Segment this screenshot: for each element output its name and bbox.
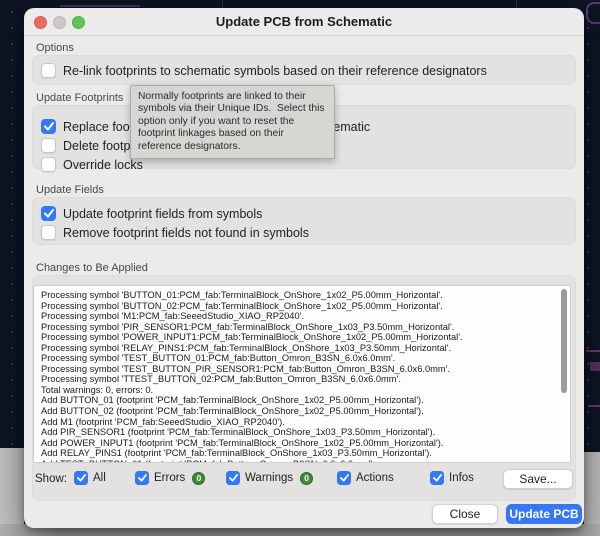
filter-errors: Errors 0 <box>135 471 206 485</box>
filter-warnings-label: Warnings <box>245 472 294 484</box>
minimize-window-button[interactable] <box>53 15 66 29</box>
filter-actions-checkbox[interactable] <box>337 471 351 485</box>
update-fields-section-label: Update Fields <box>36 184 104 196</box>
log-line: Add POWER_INPUT1 (footprint 'PCM_fab:Ter… <box>41 437 444 448</box>
log-lines: Processing symbol 'BUTTON_01:PCM_fab:Ter… <box>41 290 564 462</box>
close-window-button[interactable] <box>34 15 47 29</box>
log-line: Processing symbol 'M1:PCM_fab:SeeedStudi… <box>41 311 304 322</box>
log-line: Add TEST_BUTTON_01 (footprint 'PCM_fab:B… <box>41 459 564 462</box>
zoom-window-button[interactable] <box>72 15 85 29</box>
filter-all: All <box>74 471 106 485</box>
filter-errors-label: Errors <box>154 472 186 484</box>
delete-footprints-checkbox[interactable] <box>41 138 56 153</box>
log-scrollbar-thumb[interactable] <box>561 289 567 393</box>
close-button[interactable]: Close <box>432 504 498 524</box>
log-line: Processing symbol 'PIR_SENSOR1:PCM_fab:T… <box>41 321 455 332</box>
filter-errors-checkbox[interactable] <box>135 471 149 485</box>
show-label: Show: <box>35 473 67 485</box>
filter-infos-checkbox[interactable] <box>430 471 444 485</box>
update-fields-group: Update footprint fields from symbols Rem… <box>32 197 576 245</box>
errors-count-badge: 0 <box>192 471 206 485</box>
log-line: Processing symbol 'TEST_BUTTON_PIR_SENSO… <box>41 363 450 374</box>
log-line: Add BUTTON_01 (footprint 'PCM_fab:Termin… <box>41 395 424 406</box>
relink-tooltip: Normally footprints are linked to their … <box>130 85 335 160</box>
save-button[interactable]: Save... <box>503 469 573 489</box>
schematic-trace-fragment <box>586 350 600 352</box>
schematic-trace-fragment <box>590 362 600 371</box>
log-line: Add M1 (footprint 'PCM_fab:SeeedStudio_X… <box>41 416 285 427</box>
filter-all-checkbox[interactable] <box>74 471 88 485</box>
relink-footprints-label: Re-link footprints to schematic symbols … <box>63 63 487 78</box>
filter-infos-label: Infos <box>449 472 474 484</box>
log-line: Processing symbol 'BUTTON_01:PCM_fab:Ter… <box>41 290 443 300</box>
log-line: Processing symbol 'POWER_INPUT1:PCM_fab:… <box>41 332 463 343</box>
log-line: Processing symbol 'RELAY_PINS1:PCM_fab:T… <box>41 342 452 353</box>
schematic-trace-fragment <box>60 5 140 7</box>
filter-infos: Infos <box>430 471 474 485</box>
log-line: Total warnings: 0, errors: 0. <box>41 384 154 395</box>
background-window-left <box>0 448 24 536</box>
log-line: Processing symbol 'TTEST_BUTTON_02:PCM_f… <box>41 374 401 385</box>
changes-section-label: Changes to Be Applied <box>36 262 148 274</box>
filter-actions: Actions <box>337 471 394 485</box>
update-fields-checkbox[interactable] <box>41 206 56 221</box>
changes-log[interactable]: Processing symbol 'BUTTON_01:PCM_fab:Ter… <box>33 285 571 463</box>
title-bar[interactable]: Update PCB from Schematic <box>24 8 584 36</box>
filter-warnings: Warnings 0 <box>226 471 314 485</box>
relink-footprints-checkbox[interactable] <box>41 63 56 78</box>
remove-fields-checkbox[interactable] <box>41 225 56 240</box>
update-pcb-button[interactable]: Update PCB <box>506 504 582 524</box>
override-locks-label: Override locks <box>63 157 143 172</box>
log-line: Add PIR_SENSOR1 (footprint 'PCM_fab:Term… <box>41 427 436 438</box>
window-title: Update PCB from Schematic <box>215 14 393 29</box>
replace-footprints-checkbox[interactable] <box>41 119 56 134</box>
traffic-lights <box>34 8 85 36</box>
update-fields-label: Update footprint fields from symbols <box>63 206 263 221</box>
filter-all-label: All <box>93 472 106 484</box>
options-group: Re-link footprints to schematic symbols … <box>32 55 576 85</box>
log-line: Add RELAY_PINS1 (footprint 'PCM_fab:Term… <box>41 448 432 459</box>
log-line: Processing symbol 'BUTTON_02:PCM_fab:Ter… <box>41 300 443 311</box>
warnings-count-badge: 0 <box>300 471 314 485</box>
update-pcb-dialog: Update PCB from Schematic Options Re-lin… <box>24 8 584 528</box>
filter-bar: Show: All Errors 0 Warnings 0 Actions In… <box>24 466 573 494</box>
update-footprints-section-label: Update Footprints <box>36 92 124 104</box>
options-section-label: Options <box>36 42 74 54</box>
remove-fields-label: Remove footprint fields not found in sym… <box>63 225 309 240</box>
log-line: Processing symbol 'TEST_BUTTON_01:PCM_fa… <box>41 353 396 364</box>
log-line: Add BUTTON_02 (footprint 'PCM_fab:Termin… <box>41 406 424 417</box>
filter-warnings-checkbox[interactable] <box>226 471 240 485</box>
filter-actions-label: Actions <box>356 472 394 484</box>
override-locks-checkbox[interactable] <box>41 157 56 172</box>
schematic-outline-corner <box>586 2 600 24</box>
schematic-trace-fragment <box>588 405 600 407</box>
